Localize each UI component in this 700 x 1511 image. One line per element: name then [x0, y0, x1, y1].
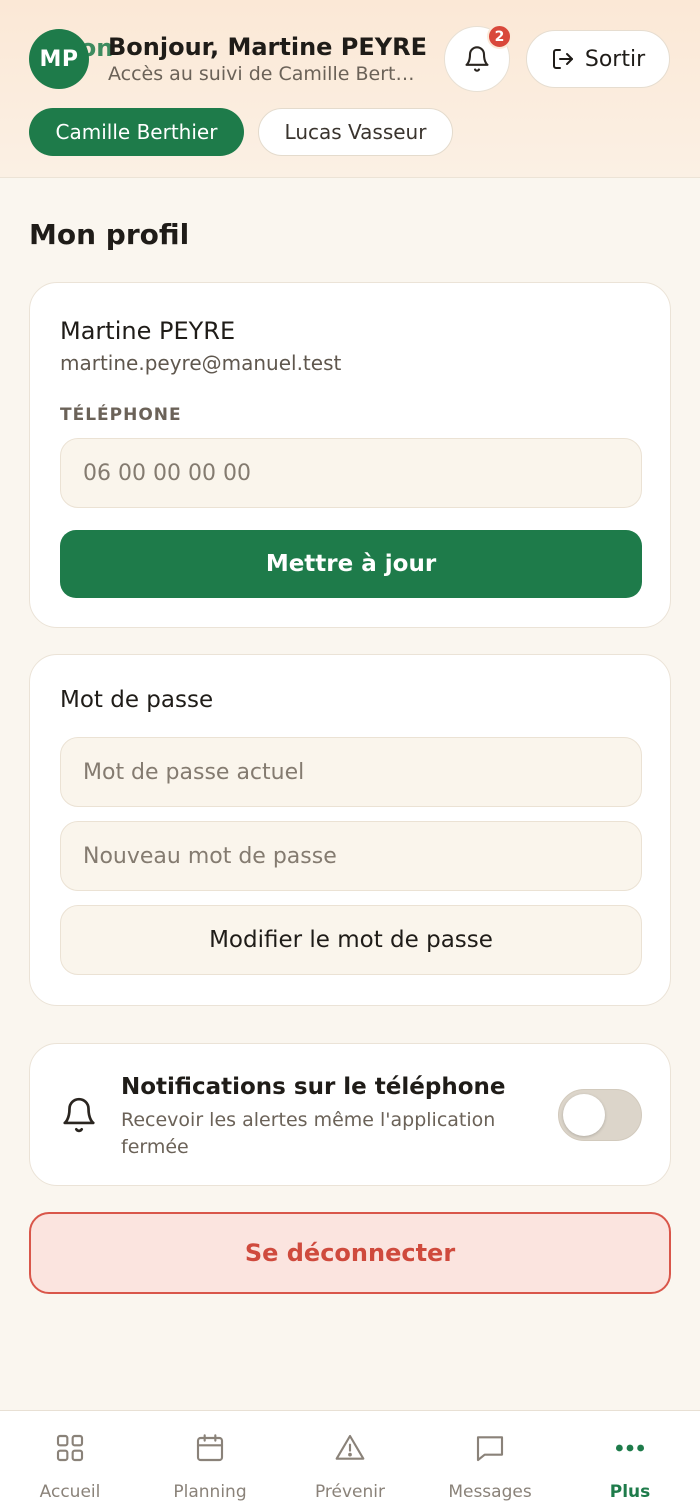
signout-button[interactable]: Se déconnecter: [29, 1212, 671, 1294]
profile-email: martine.peyre@manuel.test: [60, 351, 342, 375]
child-chip-camille[interactable]: Camille Berthier: [29, 108, 244, 156]
avatar[interactable]: MP: [29, 29, 89, 89]
notification-count-badge: 2: [487, 24, 512, 49]
nav-label: Prévenir: [314, 1482, 386, 1502]
chat-icon: [476, 1436, 504, 1462]
bell-icon: [63, 1097, 95, 1133]
password-card: Mot de passe Modifier le mot de passe: [29, 654, 671, 1006]
new-password-input[interactable]: [60, 821, 642, 891]
bell-icon: [465, 46, 489, 72]
warning-icon: [335, 1434, 365, 1460]
update-profile-button[interactable]: Mettre à jour: [60, 530, 642, 598]
profile-name: Martine PEYRE: [60, 317, 236, 345]
grid-icon: [56, 1434, 84, 1462]
nav-label: Planning: [173, 1482, 247, 1502]
password-section-title: Mot de passe: [60, 687, 214, 713]
calendar-icon: [196, 1434, 224, 1462]
push-notifications-card: Notifications sur le téléphone Recevoir …: [29, 1043, 671, 1186]
page-title: Mon profil: [29, 218, 190, 251]
nav-label: Messages: [448, 1482, 532, 1502]
greeting: Bonjour, Martine PEYRE: [108, 33, 428, 61]
bottom-navigation: Accueil Planning Prévenir Messages Plus: [0, 1410, 700, 1511]
logout-icon: [552, 49, 573, 69]
access-subtitle: Accès au suivi de Camille Berth…: [108, 63, 426, 85]
change-password-button[interactable]: Modifier le mot de passe: [60, 905, 642, 975]
toggle-knob: [563, 1094, 605, 1136]
header: eton MP Bonjour, Martine PEYRE Accès au …: [0, 0, 700, 178]
nav-item-prevenir[interactable]: Prévenir: [280, 1411, 420, 1511]
nav-label: Accueil: [39, 1482, 101, 1502]
logout-label: Sortir: [584, 46, 646, 72]
profile-card: Martine PEYRE martine.peyre@manuel.test …: [29, 282, 671, 628]
nav-item-planning[interactable]: Planning: [140, 1411, 280, 1511]
nav-label: Plus: [609, 1482, 651, 1502]
logout-button[interactable]: Sortir: [526, 30, 670, 88]
nav-item-messages[interactable]: Messages: [420, 1411, 560, 1511]
current-password-input[interactable]: [60, 737, 642, 807]
nav-item-plus[interactable]: Plus: [560, 1411, 700, 1511]
push-notifications-description: Recevoir les alertes même l'application …: [121, 1109, 496, 1158]
phone-label: TÉLÉPHONE: [60, 405, 182, 425]
push-notifications-title: Notifications sur le téléphone: [121, 1074, 506, 1100]
phone-input[interactable]: [60, 438, 642, 508]
nav-item-accueil[interactable]: Accueil: [0, 1411, 140, 1511]
child-chip-lucas[interactable]: Lucas Vasseur: [258, 108, 453, 156]
more-icon: [615, 1444, 645, 1452]
push-notifications-toggle[interactable]: [558, 1089, 642, 1141]
